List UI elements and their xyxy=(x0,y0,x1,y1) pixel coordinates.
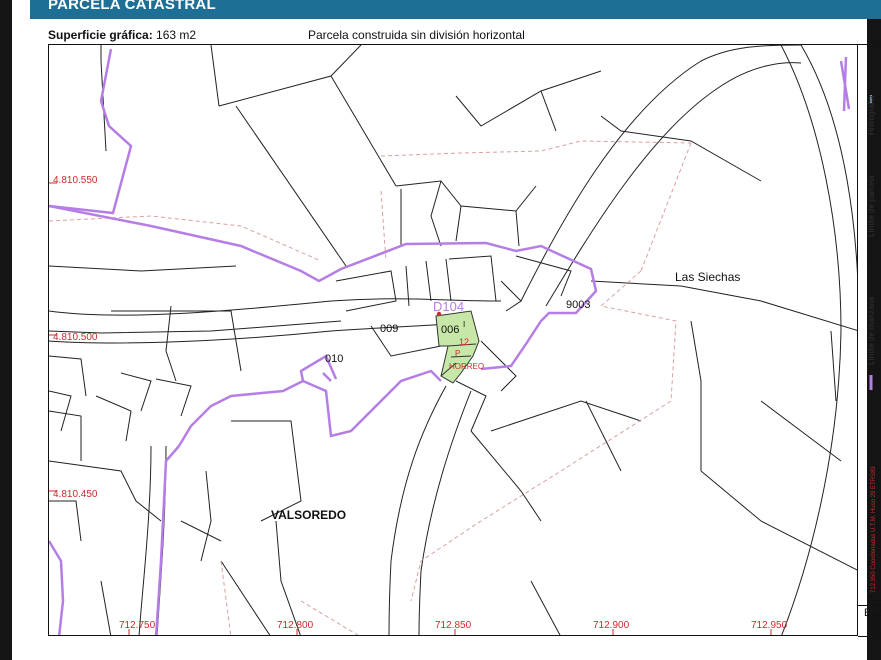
scale-value: 1/ xyxy=(868,621,878,633)
village-name: VALSOREDO xyxy=(271,508,346,522)
legend-hydro: Hidrografía xyxy=(867,95,876,135)
screen-bezel-left xyxy=(0,0,12,660)
parcel-label-010[interactable]: 010 xyxy=(325,353,343,365)
x-coord-label: 712.750 xyxy=(119,620,156,631)
x-coord-label: 712.950 xyxy=(751,620,788,631)
coord-ticks xyxy=(49,182,772,635)
surface-info: Superficie gráfica: 163 m2 xyxy=(48,28,196,42)
x-coord-label: 712.900 xyxy=(593,620,630,631)
x-coord-label: 712.850 xyxy=(435,620,472,631)
legend-block-limit: Límite de manzana xyxy=(867,296,876,365)
legend-coords-note: 712.950 Coordenadas U.T.M. Huso 29 ETRS8… xyxy=(871,466,877,593)
parcel-label-006[interactable]: 006 xyxy=(441,324,459,336)
parcel-label-i: I xyxy=(463,320,465,329)
parcel-description: Parcela construida sin división horizont… xyxy=(308,28,525,42)
subparcel-label-12: 12 xyxy=(459,337,469,347)
cadastral-map[interactable]: 4.810.550 4.810.500 4.810.450 712.750 71… xyxy=(48,44,858,636)
surface-value: 163 m2 xyxy=(156,28,197,42)
area-name: Las Siechas xyxy=(675,270,740,284)
subparcel-label-p: P xyxy=(455,349,460,358)
scale-box: Esc 1/ xyxy=(858,606,881,637)
y-coord-label: 4.810.500 xyxy=(53,332,98,343)
surface-label: Superficie gráfica: xyxy=(48,28,153,42)
x-coord-label: 712.800 xyxy=(277,620,314,631)
polygon-label: D104 xyxy=(433,299,464,314)
legend-parcel-limit: Límite de parcela xyxy=(867,175,876,237)
subparcel-label-horreo: HORREO xyxy=(449,362,484,371)
map-legend: Hidrografía Límite de parcela Límite de … xyxy=(858,44,881,606)
highlighted-parcel[interactable] xyxy=(435,310,480,384)
y-coord-label: 4.810.550 xyxy=(53,175,98,186)
legend-canvas: Hidrografía Límite de parcela Límite de … xyxy=(867,95,877,593)
parcel-label-009[interactable]: 009 xyxy=(380,323,398,335)
map-canvas: 4.810.550 4.810.500 4.810.450 712.750 71… xyxy=(49,45,857,635)
scale-label: Esc xyxy=(864,607,881,619)
y-coord-label: 4.810.450 xyxy=(53,489,98,500)
parcel-label-9003[interactable]: 9003 xyxy=(566,299,590,311)
page-title: PARCELA CATASTRAL xyxy=(48,0,216,13)
